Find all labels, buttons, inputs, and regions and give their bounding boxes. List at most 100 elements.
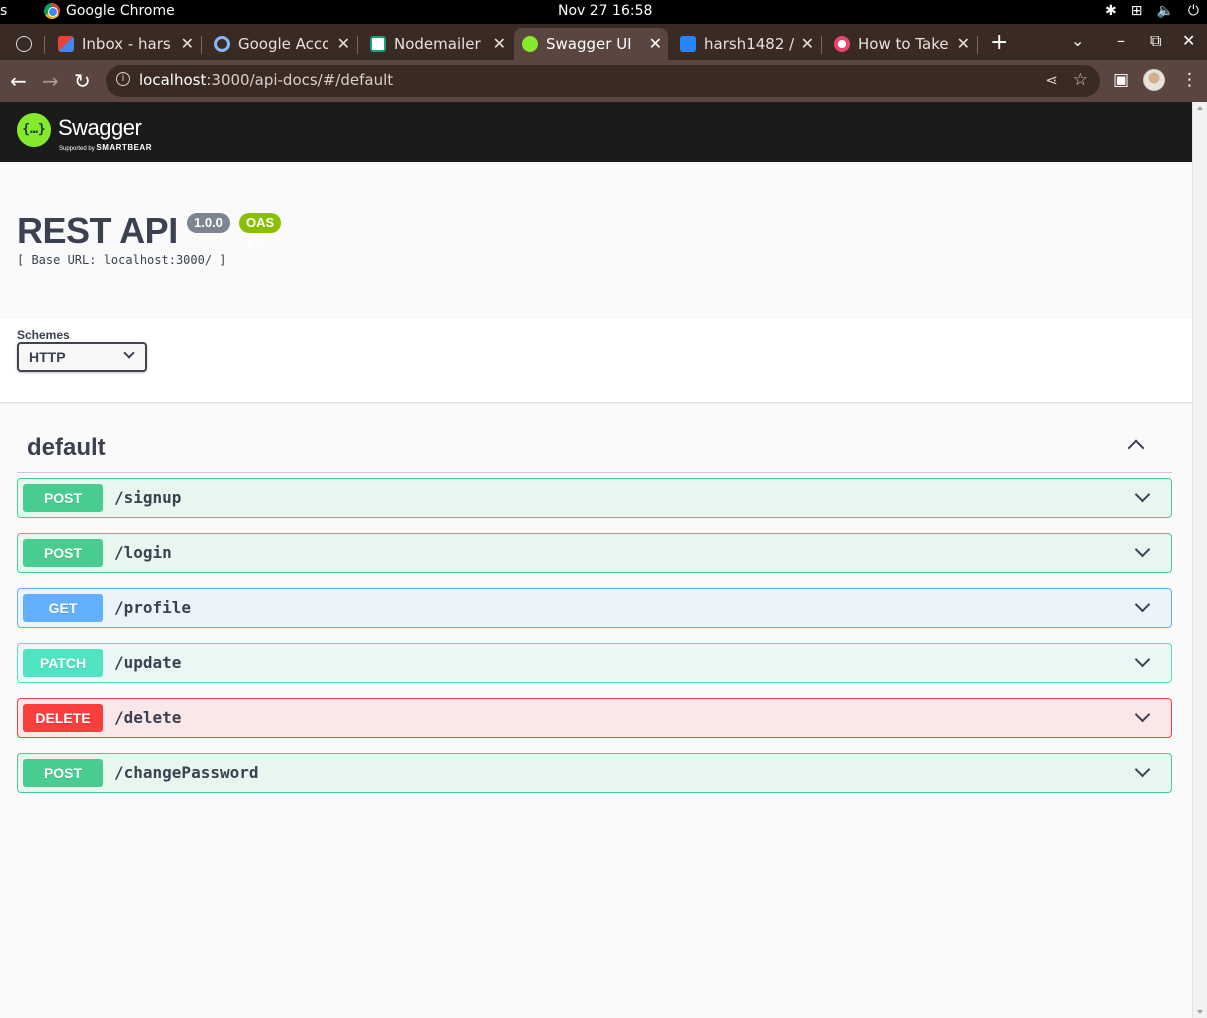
tab-title: Swagger UI — [546, 35, 632, 53]
kebab-menu-icon[interactable]: ⋮ — [1181, 70, 1198, 90]
bookmark-star-icon[interactable]: ☆ — [1073, 70, 1088, 90]
tag-name: default — [27, 434, 106, 461]
method-badge: PATCH — [23, 649, 103, 677]
tab-strip: Inbox - harsh ✕ Google Acco ✕ Nodemailer… — [0, 24, 1207, 60]
scroll-up-arrow-icon[interactable] — [1197, 106, 1203, 110]
tab-separator — [44, 36, 45, 54]
operation-post-signup[interactable]: POST /signup — [17, 478, 1172, 518]
method-badge: POST — [23, 759, 103, 787]
tag-section-header[interactable]: default — [17, 432, 1172, 473]
tab-google-account[interactable]: Google Acco ✕ — [206, 28, 356, 60]
swagger-logo-icon[interactable]: {…} — [17, 113, 51, 147]
slack-icon[interactable]: ✱ — [1105, 3, 1117, 19]
version-badge: 1.0.0 — [187, 213, 230, 233]
tab-search-icon[interactable]: ⌄ — [1071, 31, 1084, 50]
tab-title: Google Acco — [238, 35, 328, 53]
supported-by-text: Supported by — [59, 146, 95, 152]
tab-title: harsh1482 / — [704, 35, 794, 53]
chevron-down-icon[interactable] — [1134, 541, 1151, 558]
operation-path: /login — [114, 543, 172, 562]
method-badge: GET — [23, 594, 103, 622]
schemes-selected-value: HTTP — [29, 349, 66, 365]
close-icon[interactable]: ✕ — [337, 34, 350, 53]
close-icon[interactable]: ✕ — [181, 34, 194, 53]
chevron-down-icon[interactable] — [1134, 706, 1151, 723]
tab-swagger-ui[interactable]: Swagger UI ✕ — [514, 28, 668, 60]
restore-icon[interactable]: ⧉ — [1150, 31, 1161, 51]
chevron-down-icon[interactable] — [1134, 651, 1151, 668]
clock[interactable]: Nov 27 16:58 — [558, 3, 652, 19]
method-badge: DELETE — [23, 704, 103, 732]
volume-icon[interactable]: 🔈 — [1156, 3, 1173, 19]
address-bar[interactable]: i localhost:3000/api-docs/#/default ⋖ ☆ — [106, 65, 1100, 97]
article-icon — [834, 36, 850, 52]
close-icon[interactable]: ✕ — [649, 34, 662, 53]
share-icon[interactable]: ⋖ — [1045, 71, 1058, 89]
reload-icon[interactable]: ↻ — [74, 69, 91, 93]
minimize-icon[interactable]: – — [1117, 31, 1125, 50]
url-path: :3000/api-docs/#/default — [206, 71, 394, 89]
tab-article[interactable]: How to Take ✕ — [826, 28, 976, 60]
swagger-icon — [522, 36, 538, 52]
operation-delete-delete[interactable]: DELETE /delete — [17, 698, 1172, 738]
smartbear-tagline: Supported by SMARTBEAR — [59, 143, 152, 152]
os-top-bar: s Google Chrome Nov 27 16:58 ✱ ⊞ 🔈 ⏻ — [0, 0, 1207, 24]
page-viewport: {…} Swagger Supported by SMARTBEAR REST … — [0, 102, 1192, 1018]
tab-separator — [201, 36, 202, 54]
gmail-icon — [58, 36, 74, 52]
chevron-down-icon — [123, 347, 135, 359]
app-menu[interactable]: Google Chrome — [44, 3, 175, 19]
tab-gmail[interactable]: Inbox - harsh ✕ — [50, 28, 200, 60]
chrome-icon — [44, 3, 60, 19]
page-scrollbar[interactable] — [1192, 102, 1207, 1018]
side-panel-icon[interactable]: ▣ — [1113, 70, 1129, 90]
operation-path: /signup — [114, 488, 182, 507]
chevron-down-icon[interactable] — [1134, 596, 1151, 613]
google-account-icon — [214, 36, 230, 52]
profile-avatar[interactable] — [1143, 69, 1165, 91]
tab-title: Nodemailer — [394, 35, 481, 53]
smartbear-text: SMARTBEAR — [96, 143, 152, 152]
browser-toolbar: ← → ↻ i localhost:3000/api-docs/#/defaul… — [0, 60, 1207, 102]
operation-patch-update[interactable]: PATCH /update — [17, 643, 1172, 683]
close-icon[interactable]: ✕ — [801, 34, 814, 53]
api-info: REST API 1.0.0 OAS 2.0 [ Base URL: local… — [17, 210, 282, 267]
tab-nodemailer[interactable]: Nodemailer ✕ — [362, 28, 512, 60]
power-icon[interactable]: ⏻ — [1188, 3, 1199, 19]
tab-separator — [977, 36, 978, 54]
nodemailer-icon — [370, 36, 386, 52]
tab-bitbucket[interactable]: harsh1482 / ✕ — [672, 28, 820, 60]
operation-path: /changePassword — [114, 763, 259, 782]
forward-icon[interactable]: → — [42, 69, 59, 93]
url-host: localhost — [139, 71, 207, 89]
operation-get-profile[interactable]: GET /profile — [17, 588, 1172, 628]
site-info-icon[interactable]: i — [116, 72, 130, 86]
scroll-down-arrow-icon[interactable] — [1197, 1010, 1203, 1014]
system-tray[interactable]: ✱ ⊞ 🔈 ⏻ — [1105, 3, 1199, 19]
chevron-down-icon[interactable] — [1134, 761, 1151, 778]
close-icon[interactable]: ✕ — [493, 34, 506, 53]
close-icon[interactable]: ✕ — [957, 34, 970, 53]
operation-path: /profile — [114, 598, 192, 617]
new-tab-button[interactable]: + — [990, 30, 1008, 55]
tab-pinned[interactable] — [8, 28, 38, 60]
url-text[interactable]: localhost:3000/api-docs/#/default — [139, 71, 393, 89]
operation-post-change-password[interactable]: POST /changePassword — [17, 753, 1172, 793]
chevron-down-icon[interactable] — [1134, 486, 1151, 503]
swagger-topbar: {…} Swagger Supported by SMARTBEAR — [0, 102, 1192, 162]
tab-separator — [821, 36, 822, 54]
operation-path: /update — [114, 653, 182, 672]
window-close-icon[interactable]: ✕ — [1182, 31, 1195, 50]
tab-separator — [357, 36, 358, 54]
operation-post-login[interactable]: POST /login — [17, 533, 1172, 573]
activities-label[interactable]: s — [0, 3, 7, 19]
operation-path: /delete — [114, 708, 182, 727]
tab-title: How to Take — [858, 35, 948, 53]
network-icon[interactable]: ⊞ — [1131, 3, 1143, 19]
api-title: REST API — [17, 210, 178, 251]
back-icon[interactable]: ← — [10, 69, 27, 93]
tab-title: Inbox - harsh — [82, 35, 172, 53]
schemes-select[interactable]: HTTP — [17, 342, 147, 372]
chevron-up-icon[interactable] — [1127, 439, 1145, 457]
swagger-brand[interactable]: Swagger — [58, 115, 142, 141]
